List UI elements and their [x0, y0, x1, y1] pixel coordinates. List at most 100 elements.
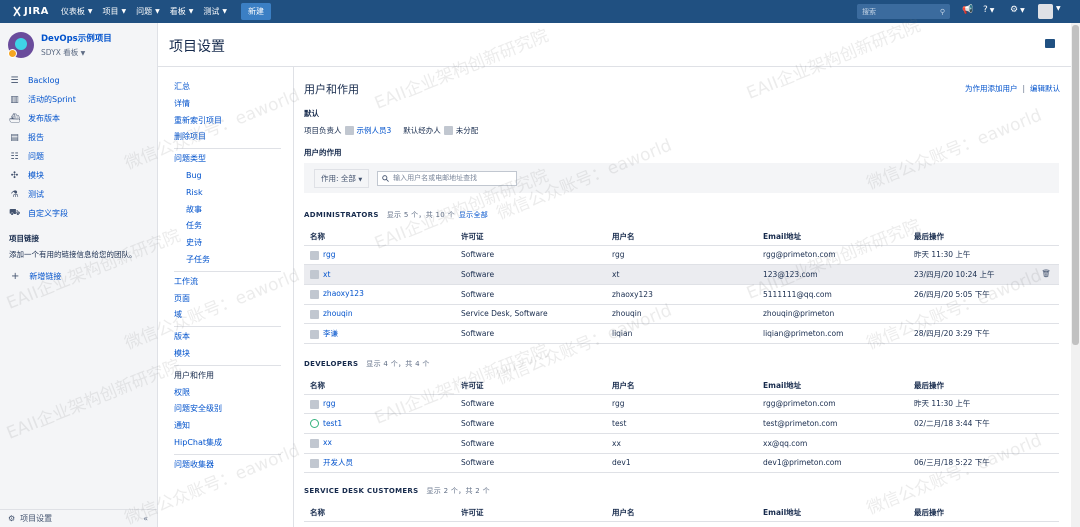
user-link[interactable]: xx — [304, 433, 455, 454]
jira-logo[interactable]: JIRA — [12, 6, 49, 17]
sidebar-item-active-sprint[interactable]: ▥ 活动的Sprint — [0, 90, 157, 109]
sidebar-item-reports[interactable]: ▤ 报告 — [0, 128, 157, 147]
sidebar-item-components[interactable]: ✣ 模块 — [0, 166, 157, 185]
gear-icon[interactable]: ⚙ ▼ — [1010, 5, 1025, 15]
edit-defaults-link[interactable]: 编辑默认 — [1030, 84, 1060, 93]
user-search-input[interactable]: 输入用户名或电邮地址查找 — [377, 170, 518, 186]
admin-nav-issue-type[interactable]: Bug — [158, 168, 293, 185]
admin-nav-fields[interactable]: 域 — [158, 307, 293, 324]
help-icon[interactable]: ? ▼ — [983, 5, 994, 15]
table-row: test1 Software test test@primeton.com 02… — [304, 413, 1059, 434]
column-header: 名称 — [304, 504, 455, 522]
users-table: 名称 许可证 用户名 Email地址 最后操作 rgg Software rgg… — [304, 377, 1059, 474]
show-all-link[interactable]: 显示全部 — [459, 211, 488, 219]
sidebar-item-issues[interactable]: ☷ 问题 — [0, 147, 157, 166]
column-header: 最后操作 — [908, 228, 1059, 246]
project-lead-link[interactable]: 示例人员3 — [357, 125, 392, 136]
username-cell: test — [606, 413, 757, 434]
add-link-button[interactable]: + 新增链接 — [0, 271, 157, 282]
column-header: 用户名 — [606, 228, 757, 246]
trash-icon[interactable]: 🗑 — [1041, 269, 1051, 278]
admin-nav-issue-collectors[interactable]: 问题收集器 — [158, 457, 293, 474]
sidebar-item-backlog[interactable]: ☰ Backlog — [0, 71, 157, 90]
admin-nav-components[interactable]: 模块 — [158, 346, 293, 363]
username-cell: xx — [606, 433, 757, 454]
project-name[interactable]: DevOps示例项目 — [41, 32, 112, 44]
notification-icon[interactable]: 📢 — [962, 5, 973, 15]
role-filter-select[interactable]: 作用: 全部 ▼ — [314, 168, 370, 188]
create-button[interactable]: 新建 — [241, 3, 272, 20]
board-switcher[interactable]: SDYX 看板 ▼ — [41, 47, 112, 58]
ship-icon: ⛴ — [9, 113, 21, 124]
admin-nav-issue-type[interactable]: 子任务 — [158, 252, 293, 269]
role-count: 显示 4 个，共 4 个 — [366, 360, 430, 368]
divider — [174, 364, 281, 366]
admin-nav-reindex[interactable]: 重新索引项目 — [158, 113, 293, 130]
user-link[interactable]: xt — [304, 264, 455, 285]
username-cell: zhouqin — [606, 304, 757, 325]
column-header: Email地址 — [757, 504, 908, 522]
user-link[interactable]: rgg — [304, 245, 455, 266]
user-avatar[interactable] — [1038, 4, 1053, 19]
user-link[interactable]: 李谦 — [304, 323, 455, 344]
email-cell: dev1@primeton.com — [757, 453, 908, 474]
admin-nav-details[interactable]: 详情 — [158, 96, 293, 113]
user-link[interactable]: test1 — [304, 413, 455, 434]
role-group-administrators: ADMINISTRATORS 显示 5 个，共 10 个显示全部 名称 许可证 用… — [304, 210, 1059, 344]
admin-nav-issue-type[interactable]: Risk — [158, 185, 293, 202]
admin-nav-summary[interactable]: 汇总 — [158, 79, 293, 96]
page-scrollbar[interactable] — [1071, 23, 1080, 527]
chart-icon: ▤ — [10, 132, 19, 143]
table-header-row: 名称 许可证 用户名 Email地址 最后操作 — [304, 228, 1059, 246]
user-link[interactable]: zhouqin — [304, 304, 455, 325]
issues-icon: ☷ — [10, 151, 19, 162]
admin-nav-permissions[interactable]: 权限 — [158, 385, 293, 402]
username-cell: rgg — [606, 394, 757, 415]
admin-nav-notifications[interactable]: 通知 — [158, 418, 293, 435]
admin-nav-issue-type[interactable]: 故事 — [158, 202, 293, 219]
admin-nav-delete[interactable]: 删除项目 — [158, 129, 293, 146]
sidebar-item-tests[interactable]: ⚗ 测试 — [0, 185, 157, 204]
chevron-down-icon[interactable]: ▼ — [1056, 5, 1061, 12]
search-input[interactable]: 搜索 ⚲ — [857, 4, 950, 19]
scrollbar-thumb[interactable] — [1072, 25, 1079, 345]
project-avatar[interactable] — [8, 32, 34, 58]
nav-issues[interactable]: 问题 ▼ — [136, 6, 160, 17]
top-nav: 仪表板 ▼ 项目 ▼ 问题 ▼ 看板 ▼ 测试 ▼ 新建 — [61, 3, 272, 20]
project-settings-link[interactable]: ⚙ 项目设置 « — [0, 509, 158, 527]
nav-boards[interactable]: 看板 ▼ — [170, 6, 194, 17]
header-actions: 为作用添加用户 | 编辑默认 — [964, 84, 1060, 93]
main-content: 用户和作用 为作用添加用户 | 编辑默认 默认 项目负责人 示例人员3 默认经办人 … — [293, 67, 1080, 527]
admin-nav-issue-types[interactable]: 问题类型 — [158, 151, 293, 168]
jira-logo-icon — [13, 6, 21, 17]
project-links-desc: 添加一个有用的链接信息给您的团队。 — [9, 250, 137, 259]
avatar — [310, 438, 319, 448]
user-link[interactable]: 开发人员 — [304, 453, 455, 474]
add-users-to-role-link[interactable]: 为作用添加用户 — [965, 84, 1018, 93]
admin-nav: 汇总 详情 重新索引项目 删除项目 问题类型 Bug Risk 故事 任务 史诗… — [158, 67, 293, 527]
admin-nav-screens[interactable]: 页面 — [158, 291, 293, 308]
admin-nav-issue-type[interactable]: 史诗 — [158, 235, 293, 252]
chevron-down-icon: ▼ — [80, 50, 86, 57]
license-cell: Software — [455, 284, 606, 305]
admin-nav-issue-type[interactable]: 任务 — [158, 218, 293, 235]
nav-projects[interactable]: 项目 ▼ — [103, 6, 127, 17]
avatar — [310, 250, 319, 260]
collapse-sidebar-icon[interactable]: « — [143, 514, 148, 523]
avatar — [344, 126, 354, 135]
feedback-icon[interactable] — [1045, 39, 1055, 48]
admin-nav-versions[interactable]: 版本 — [158, 329, 293, 346]
user-link[interactable]: rgg — [304, 394, 455, 415]
sidebar-item-custom-fields[interactable]: ⛟ 自定义字段 — [0, 204, 157, 223]
admin-nav-workflows[interactable]: 工作流 — [158, 274, 293, 291]
admin-nav-users-roles[interactable]: 用户和作用 — [158, 368, 293, 385]
nav-dashboards[interactable]: 仪表板 ▼ — [61, 6, 93, 17]
nav-tests[interactable]: 测试 ▼ — [203, 6, 227, 17]
plus-icon: + — [11, 271, 20, 282]
sidebar-item-releases[interactable]: ⛴ 发布版本 — [0, 109, 157, 128]
username-cell: dev1 — [606, 453, 757, 474]
admin-nav-hipchat[interactable]: HipChat集成 — [158, 435, 293, 452]
admin-nav-issue-security[interactable]: 问题安全级别 — [158, 401, 293, 418]
column-header: 名称 — [304, 377, 455, 395]
user-link[interactable]: zhaoxy123 — [304, 284, 455, 305]
